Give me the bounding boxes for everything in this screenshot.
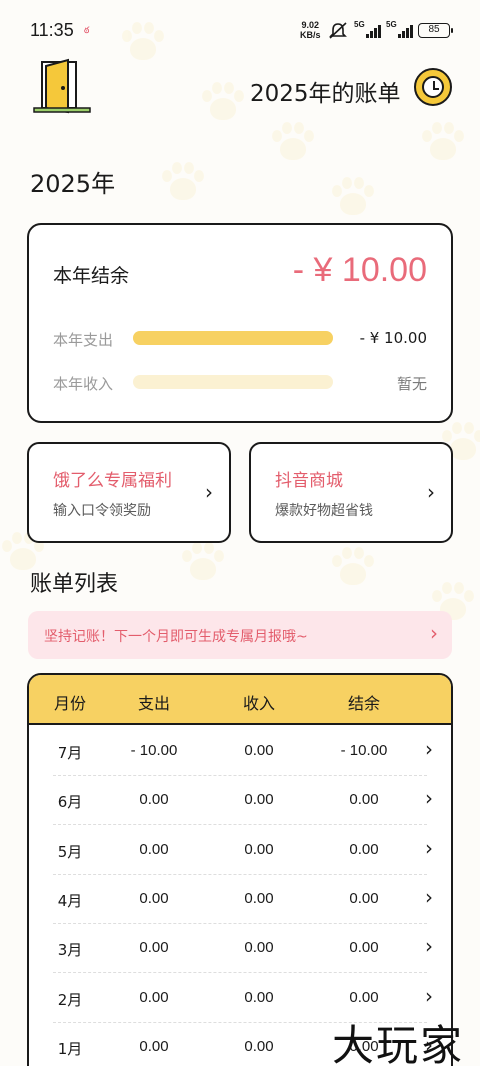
chevron-right-icon: › (205, 480, 213, 504)
eleme-promo-card[interactable]: 饿了么专属福利 输入口令领奖励 › (27, 442, 231, 543)
mute-icon (329, 22, 347, 39)
cell-balance: 0.00 (349, 939, 379, 957)
bill-list-title: 账单列表 (30, 572, 119, 597)
paw-icon (330, 545, 376, 591)
chevron-right-icon: › (427, 480, 435, 504)
cell-month: 7月 (57, 744, 83, 762)
monthly-report-tip[interactable]: 坚持记账！下一个月即可生成专属月报哦~ › (28, 611, 452, 659)
cell-balance: 0.00 (349, 988, 379, 1006)
income-value: 暂无 (396, 375, 427, 393)
cell-expense: 0.00 (139, 988, 169, 1006)
cell-month: 3月 (57, 941, 83, 960)
status-time: 11:35 (30, 20, 74, 40)
chevron-right-icon: › (425, 934, 433, 959)
cell-expense: 0.00 (139, 1037, 169, 1055)
cell-balance: 0.00 (349, 840, 379, 858)
network-speed: 9.02 KB/s (300, 20, 321, 40)
signal-icon: 5G (386, 20, 413, 38)
balance-label: 本年结余 (53, 265, 130, 287)
chevron-right-icon: › (425, 983, 433, 1008)
chevron-right-icon: › (425, 835, 433, 860)
table-row[interactable]: 5月 0.00 0.00 0.00 › (29, 826, 451, 875)
cell-balance: 0.00 (349, 791, 379, 809)
table-row[interactable]: 3月 0.00 0.00 0.00 › (29, 924, 451, 974)
column-header-income: 收入 (242, 694, 276, 713)
cell-month: 1月 (57, 1039, 83, 1058)
column-header-balance: 结余 (347, 694, 381, 713)
douyin-mall-promo-card[interactable]: 抖音商城 爆款好物超省钱 › (249, 442, 453, 543)
paw-icon (330, 175, 376, 221)
cell-balance: - 10.00 (340, 742, 388, 759)
cell-expense: 0.00 (139, 889, 169, 907)
column-header-expense: 支出 (137, 694, 171, 713)
chevron-right-icon: › (430, 621, 438, 645)
status-bar: 11:35 ఠ 9.02 KB/s 5G 5G 85 (0, 0, 480, 60)
expense-label: 本年支出 (53, 331, 114, 349)
cell-expense: 0.00 (139, 840, 169, 858)
year-summary-card: 本年结余 - ¥ 10.00 本年支出 - ¥ 10.00 本年收入 暂无 (27, 223, 453, 423)
cell-month: 5月 (57, 842, 83, 861)
tip-text: 坚持记账！下一个月即可生成专属月报哦~ (44, 629, 308, 645)
paw-icon (420, 120, 466, 166)
paw-icon (270, 120, 316, 166)
cell-income: 0.00 (244, 889, 274, 907)
cell-expense: - 10.00 (130, 742, 178, 759)
battery-icon: 85 (418, 23, 453, 38)
cell-month: 6月 (57, 793, 83, 812)
promo-title: 抖音商城 (275, 471, 343, 491)
page-title: 2025年的账单 (250, 81, 401, 107)
chevron-right-icon: › (425, 884, 433, 909)
table-row[interactable]: 6月 0.00 0.00 0.00 › (29, 776, 451, 826)
cell-income: 0.00 (244, 939, 274, 957)
cell-expense: 0.00 (139, 939, 169, 957)
table-row[interactable]: 7月 - 10.00 0.00 - 10.00 › (29, 727, 451, 776)
cell-expense: 0.00 (139, 791, 169, 809)
clock-icon[interactable] (414, 68, 452, 106)
promo-title: 饿了么专属福利 (53, 471, 172, 491)
paw-icon (200, 80, 246, 126)
table-header: 月份 支出 收入 结余 (29, 675, 451, 725)
cell-income: 0.00 (244, 988, 274, 1006)
promo-subtitle: 爆款好物超省钱 (275, 503, 373, 519)
paw-icon (180, 540, 226, 586)
chevron-right-icon: › (425, 737, 433, 761)
table-row[interactable]: 4月 0.00 0.00 0.00 › (29, 875, 451, 924)
cell-balance: 0.00 (349, 889, 379, 907)
notification-icon: ఠ (84, 26, 90, 36)
cell-month: 2月 (57, 990, 83, 1009)
expense-value: - ¥ 10.00 (359, 329, 427, 347)
expense-bar (133, 331, 333, 345)
income-bar (133, 375, 333, 389)
promo-subtitle: 输入口令领奖励 (53, 503, 151, 519)
watermark: 大玩家 (332, 1021, 465, 1066)
cell-income: 0.00 (244, 1037, 274, 1055)
column-header-month: 月份 (53, 694, 87, 713)
door-icon[interactable] (32, 58, 92, 116)
paw-icon (160, 160, 206, 206)
cell-income: 0.00 (244, 840, 274, 858)
chevron-right-icon: › (425, 786, 433, 811)
cell-income: 0.00 (244, 791, 274, 809)
cell-month: 4月 (57, 891, 83, 910)
balance-amount: - ¥ 10.00 (292, 251, 427, 289)
cell-income: 0.00 (244, 742, 274, 759)
income-label: 本年收入 (53, 375, 114, 393)
expense-bar-fill (133, 331, 333, 345)
year-title: 2025年 (30, 170, 116, 198)
bill-table: 月份 支出 收入 结余 7月 - 10.00 0.00 - 10.00 › 6月 0.00 0… (27, 673, 453, 1066)
signal-icon: 5G (354, 20, 381, 38)
